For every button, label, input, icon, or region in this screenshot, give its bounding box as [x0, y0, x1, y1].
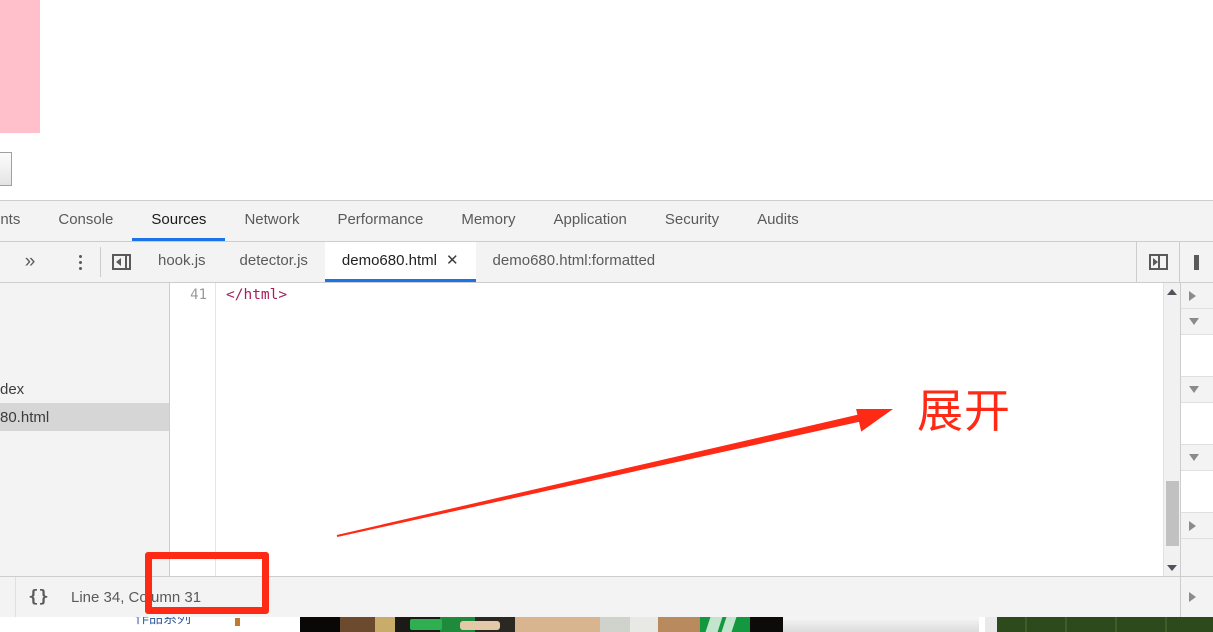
tab-sources[interactable]: Sources — [132, 201, 226, 241]
kebab-menu-dots — [78, 254, 82, 270]
debugger-section-header[interactable] — [1181, 513, 1213, 539]
show-debugger-panel-icon[interactable] — [1136, 242, 1179, 282]
debugger-section-body — [1181, 335, 1213, 377]
vertical-bar-icon — [1194, 254, 1199, 270]
tab-performance[interactable]: Performance — [318, 201, 442, 241]
kebab-menu-icon[interactable] — [60, 242, 100, 282]
file-tab-demo680-html-label: demo680.html — [341, 252, 437, 269]
editor-code-area[interactable]: </html> — [226, 283, 1180, 307]
navigator-item-demo680[interactable]: 80.html — [0, 403, 169, 431]
debugger-toolbar-button[interactable] — [1179, 242, 1213, 282]
debugger-section-body — [1181, 471, 1213, 513]
sources-subtoolbar: » hook.js detector.js demo680.html ✕ dem… — [0, 242, 1213, 283]
scroll-up-arrow-icon[interactable] — [1164, 283, 1180, 300]
page-behind-devtools-bottom: 作品系列 — [0, 617, 1213, 632]
sources-body: dex 80.html 41 </html> — [0, 283, 1213, 576]
show-navigator-panel-icon[interactable] — [101, 242, 141, 282]
triangle-down-icon — [1189, 454, 1199, 461]
editor-gutter: 41 — [170, 283, 216, 576]
triangle-right-icon — [1189, 592, 1196, 602]
tab-security[interactable]: Security — [646, 201, 738, 241]
navigator-panel: dex 80.html — [0, 283, 170, 576]
debugger-section-header[interactable] — [1181, 283, 1213, 309]
tab-memory[interactable]: Memory — [442, 201, 534, 241]
navigator-overflow-label: » — [24, 251, 36, 272]
page-behind-marker — [235, 618, 240, 626]
debugger-section-header[interactable] — [1181, 309, 1213, 335]
debugger-sidebar — [1180, 283, 1213, 576]
debugger-section-header[interactable] — [1181, 445, 1213, 471]
navigator-overflow-button[interactable]: » — [0, 242, 60, 282]
page-control-button[interactable] — [0, 152, 12, 186]
triangle-right-icon — [1189, 290, 1196, 301]
tab-audits-label: Audits — [757, 211, 799, 228]
tab-application[interactable]: Application — [535, 201, 646, 241]
editor-status-bar: {} Line 34, Column 31 — [0, 576, 1213, 617]
tab-audits[interactable]: Audits — [738, 201, 818, 241]
navigator-spacer — [0, 283, 169, 375]
pink-placeholder-block — [0, 0, 40, 133]
tab-security-label: Security — [664, 211, 720, 228]
tab-network[interactable]: Network — [225, 201, 318, 241]
status-bar-debugger-section[interactable] — [1180, 577, 1213, 617]
page-behind-thumbnail-2[interactable] — [783, 617, 979, 632]
tab-performance-label: Performance — [337, 211, 424, 228]
show-navigator-panel-glyph — [111, 254, 131, 270]
file-tab-hook-js-label: hook.js — [158, 252, 206, 269]
sources-file-tabbar: hook.js detector.js demo680.html ✕ demo6… — [141, 242, 1136, 282]
editor-vertical-scrollbar[interactable] — [1163, 283, 1180, 576]
devtools-window: ents Console Sources Network Performance… — [0, 200, 1213, 617]
scroll-down-arrow-icon[interactable] — [1164, 559, 1180, 576]
devtools-main-tabbar: ents Console Sources Network Performance… — [0, 201, 1213, 242]
triangle-down-icon — [1189, 386, 1199, 393]
tab-sources-label: Sources — [151, 211, 207, 228]
status-bar-left-pad — [0, 577, 16, 617]
line-number: 41 — [190, 287, 207, 303]
tab-application-label: Application — [553, 211, 627, 228]
tab-network-label: Network — [244, 211, 300, 228]
page-behind-text: 作品系列 — [135, 617, 191, 626]
file-tab-demo680-html-formatted-label: demo680.html:formatted — [492, 252, 656, 269]
tab-elements-label: ents — [0, 211, 21, 228]
file-tab-detector-js[interactable]: detector.js — [223, 242, 325, 282]
tab-elements[interactable]: ents — [0, 201, 39, 241]
page-behind-thumbnail-1[interactable] — [300, 617, 783, 632]
tab-console-label: Console — [58, 211, 114, 228]
show-debugger-panel-glyph — [1148, 254, 1168, 270]
navigator-item-demo680-label: 80.html — [0, 408, 50, 426]
triangle-right-icon — [1189, 520, 1196, 531]
file-tab-demo680-html-formatted[interactable]: demo680.html:formatted — [476, 242, 673, 282]
close-icon[interactable]: ✕ — [446, 253, 459, 268]
debugger-section-header[interactable] — [1181, 377, 1213, 403]
page-behind-devtools-top — [0, 0, 1213, 200]
tab-console[interactable]: Console — [39, 201, 132, 241]
file-tab-hook-js[interactable]: hook.js — [141, 242, 223, 282]
file-tab-detector-js-label: detector.js — [239, 252, 308, 269]
pretty-print-button[interactable]: {} — [16, 577, 61, 617]
cursor-position-label: Line 34, Column 31 — [71, 588, 202, 606]
navigator-item-index-label: dex — [0, 380, 25, 398]
triangle-down-icon — [1189, 318, 1199, 325]
file-tab-demo680-html[interactable]: demo680.html ✕ — [324, 242, 476, 282]
scrollbar-thumb[interactable] — [1166, 481, 1179, 546]
debugger-section-body — [1181, 403, 1213, 445]
code-line: </html> — [226, 287, 288, 303]
navigator-item-index[interactable]: dex — [0, 375, 169, 403]
tab-memory-label: Memory — [461, 211, 516, 228]
code-editor[interactable]: 41 </html> — [170, 283, 1180, 576]
page-behind-thumbnail-3[interactable] — [985, 617, 1213, 632]
